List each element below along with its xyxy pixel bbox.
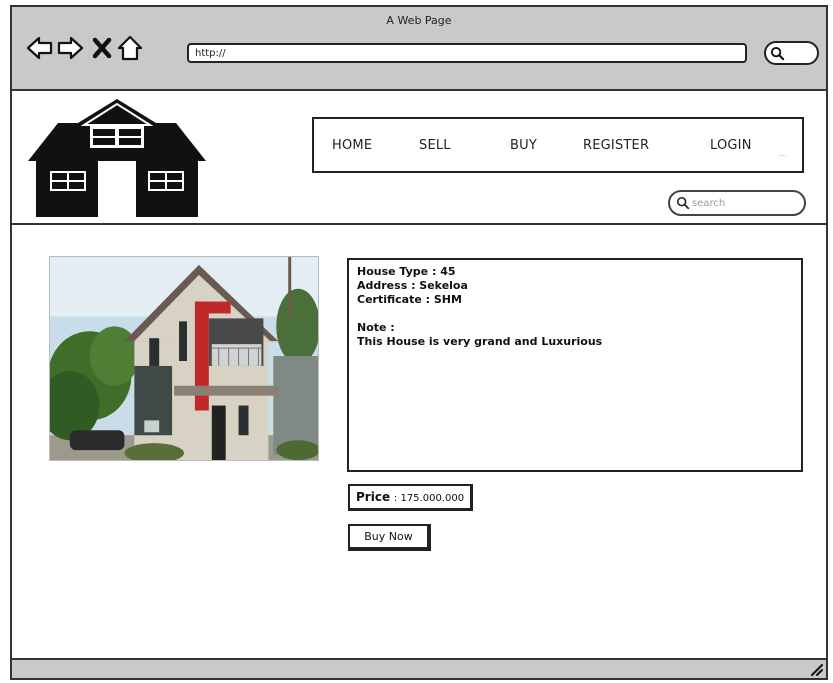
- back-arrow-icon[interactable]: [26, 34, 54, 62]
- browser-toolbar: A Web Page http://: [12, 7, 826, 91]
- window-title: A Web Page: [386, 14, 452, 27]
- buy-now-button[interactable]: Buy Now: [348, 524, 431, 551]
- house-type: House Type : 45: [357, 265, 456, 278]
- address: Address : Sekeloa: [357, 279, 468, 292]
- certificate: Certificate : SHM: [357, 293, 462, 306]
- nav-register[interactable]: REGISTER: [583, 138, 649, 153]
- nav-login[interactable]: LOGIN: [710, 138, 752, 153]
- price-label: Price: [356, 490, 391, 504]
- price-value: : 175.000.000: [393, 493, 465, 504]
- forward-arrow-icon[interactable]: [56, 34, 84, 62]
- main-nav: HOME SELL BUY REGISTER LOGIN ...: [312, 117, 804, 173]
- home-icon[interactable]: [116, 34, 144, 62]
- listing-details: House Type : 45 Address : Sekeloa Certif…: [347, 258, 803, 472]
- nav-more[interactable]: ...: [779, 149, 787, 158]
- resize-grip-icon[interactable]: [809, 662, 823, 676]
- url-field[interactable]: http://: [187, 43, 747, 63]
- note-text: This House is very grand and Luxurious: [357, 335, 603, 348]
- nav-sell[interactable]: SELL: [419, 138, 451, 153]
- browser-search-button[interactable]: [764, 41, 819, 65]
- note-label: Note :: [357, 321, 395, 334]
- price: Price : 175.000.000: [348, 484, 474, 511]
- close-icon[interactable]: [88, 34, 116, 62]
- site-search[interactable]: [668, 190, 806, 216]
- house-photo: [49, 256, 319, 461]
- browser-window: A Web Page http:// HOME SELL BUY REGISTE…: [10, 5, 828, 680]
- search-icon: [770, 46, 785, 61]
- site-header: HOME SELL BUY REGISTER LOGIN ...: [12, 91, 826, 225]
- listing-content: House Type : 45 Address : Sekeloa Certif…: [12, 225, 826, 662]
- nav-buy[interactable]: BUY: [510, 138, 537, 153]
- nav-home[interactable]: HOME: [332, 138, 372, 153]
- search-input[interactable]: [692, 195, 792, 211]
- status-bar: [12, 658, 826, 678]
- house-logo-icon[interactable]: [28, 99, 206, 217]
- search-icon: [676, 196, 690, 210]
